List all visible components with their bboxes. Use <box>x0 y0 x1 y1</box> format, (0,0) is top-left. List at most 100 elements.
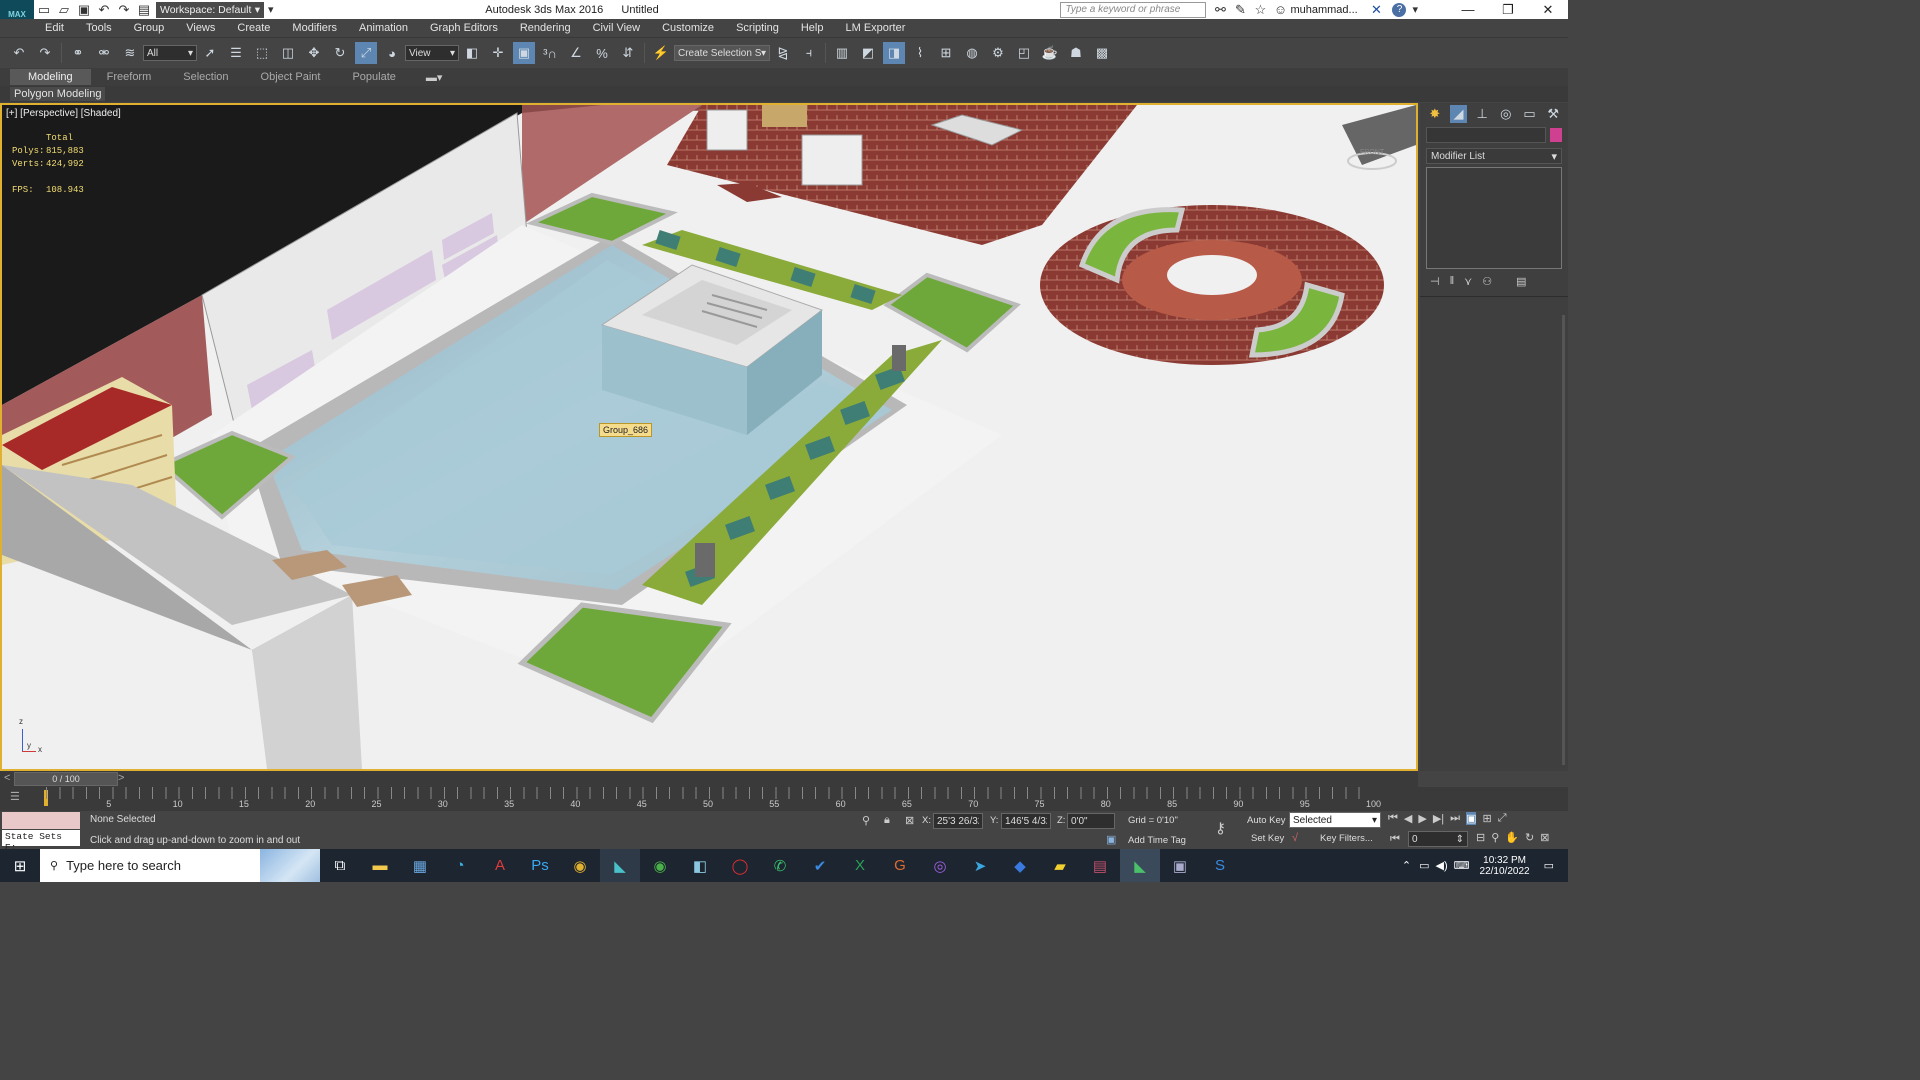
menu-rendering[interactable]: Rendering <box>509 22 582 34</box>
notifications-icon[interactable]: ▭ <box>1544 859 1554 872</box>
window-crossing-icon[interactable]: ◫ <box>277 42 299 64</box>
fov-icon[interactable]: ⊠ <box>1540 831 1549 844</box>
pin-stack-icon[interactable]: ⊣ <box>1430 275 1440 288</box>
help-icon[interactable]: ? <box>1392 2 1407 17</box>
scale-icon[interactable]: ⤢ <box>355 42 377 64</box>
modify-tab-icon[interactable]: ◢ <box>1449 105 1468 123</box>
link-icon[interactable]: ⚭ <box>67 42 89 64</box>
display-tab-icon[interactable]: ▭ <box>1521 105 1539 123</box>
percent-snap-icon[interactable]: % <box>591 42 613 64</box>
menu-edit[interactable]: Edit <box>34 22 75 34</box>
render-production-icon[interactable]: ☕ <box>1039 42 1061 64</box>
hierarchy-tab-icon[interactable]: ⊥ <box>1473 105 1491 123</box>
menu-civil-view[interactable]: Civil View <box>582 22 651 34</box>
maxscript-listener[interactable] <box>2 812 80 829</box>
go-to-end-icon[interactable]: ⏭ <box>1450 812 1460 825</box>
spinner-snap-icon[interactable]: ⇵ <box>617 42 639 64</box>
chrome-icon[interactable]: ◉ <box>560 849 600 882</box>
tab-populate[interactable]: Populate <box>336 69 411 85</box>
zoom-all-icon[interactable]: ⊞ <box>1482 812 1491 825</box>
chrome-alt-icon[interactable]: ◉ <box>640 849 680 882</box>
panel-scrollbar[interactable] <box>1562 315 1565 765</box>
bind-space-warp-icon[interactable]: ≋ <box>119 42 141 64</box>
graphite-toggle-icon[interactable]: ◨ <box>883 42 905 64</box>
menu-animation[interactable]: Animation <box>348 22 419 34</box>
object-name-field[interactable] <box>1426 127 1546 143</box>
align-icon[interactable]: ⫞ <box>798 42 820 64</box>
angle-snap-icon[interactable]: ∠ <box>565 42 587 64</box>
maximize-icon[interactable]: ❐ <box>1490 0 1526 21</box>
help-dropdown-icon[interactable]: ▾ <box>1412 3 1418 16</box>
key-filters-button[interactable]: Key Filters... <box>1320 833 1373 844</box>
menu-group[interactable]: Group <box>123 22 176 34</box>
curve-editor-icon[interactable]: ⌇ <box>909 42 931 64</box>
viewcube[interactable]: FRONT <box>1360 149 1384 156</box>
previous-frame-icon[interactable]: ◀ <box>1404 812 1412 825</box>
select-object-icon[interactable]: ➚ <box>199 42 221 64</box>
rotate-icon[interactable]: ↻ <box>329 42 351 64</box>
selection-filter-dropdown[interactable]: All ▾ <box>143 45 197 61</box>
whatsapp-icon[interactable]: ✆ <box>760 849 800 882</box>
key-icon[interactable]: ⚷ <box>1215 819 1226 837</box>
time-slider[interactable]: < 0 / 100 > <box>0 771 1418 787</box>
user-icon[interactable]: ☺ <box>1272 0 1288 21</box>
edge-icon[interactable]: ◔ <box>440 849 480 882</box>
configure-modifier-sets-icon[interactable]: ▤ <box>1516 275 1526 288</box>
search-input[interactable]: Type a keyword or phrase <box>1065 4 1180 15</box>
photoshop-icon[interactable]: Ps <box>520 849 560 882</box>
sticky-notes-icon[interactable]: ▰ <box>1040 849 1080 882</box>
favorites-star-icon[interactable]: ☆ <box>1252 0 1268 21</box>
telegram-icon[interactable]: ➤ <box>960 849 1000 882</box>
track-bar[interactable]: ☰ 5 10 15 20 25 30 35 40 45 50 55 60 65 70 75 80 85 90 95 1… <box>0 787 1568 811</box>
menu-lm-exporter[interactable]: LM Exporter <box>834 22 916 34</box>
orbit-icon[interactable]: ↻ <box>1525 831 1534 844</box>
motion-tab-icon[interactable]: ◎ <box>1497 105 1515 123</box>
x-coordinate-field[interactable]: 25'3 26/32 <box>933 813 983 829</box>
undo-icon[interactable]: ↶ <box>8 42 30 64</box>
current-frame-field[interactable]: 0 ⇕ <box>1408 831 1468 847</box>
windows-start-icon[interactable]: ⊞ <box>0 849 40 882</box>
perspective-viewport[interactable]: [+] [Perspective] [Shaded] Total Polys: … <box>0 103 1418 771</box>
clock-time[interactable]: 10:32 PM <box>1483 855 1526 866</box>
render-cloud-icon[interactable]: ▩ <box>1091 42 1113 64</box>
new-file-icon[interactable]: ▭ <box>36 0 52 21</box>
make-unique-icon[interactable]: ⋎ <box>1464 275 1472 288</box>
menu-scripting[interactable]: Scripting <box>725 22 790 34</box>
menu-tools[interactable]: Tools <box>75 22 123 34</box>
reference-coordinate-dropdown[interactable]: View ▾ <box>405 45 459 61</box>
z-coordinate-field[interactable]: 0'0" <box>1067 813 1115 829</box>
acrobat-icon[interactable]: A <box>480 849 520 882</box>
zoom-extents-icon[interactable]: ▣ <box>1466 812 1477 825</box>
cube-app-icon[interactable]: ◆ <box>1000 849 1040 882</box>
ribbon-options-icon[interactable]: ▬▾ <box>426 71 443 84</box>
mini-curve-editor-icon[interactable]: ☰ <box>10 790 20 803</box>
excel-icon[interactable]: X <box>840 849 880 882</box>
task-view-icon[interactable]: ⧉ <box>320 849 360 882</box>
state-sets-field[interactable]: State Sets E: <box>2 830 80 853</box>
set-key-icon[interactable]: √ <box>1292 832 1298 844</box>
polygon-modeling-panel[interactable]: Polygon Modeling <box>10 87 106 101</box>
menu-help[interactable]: Help <box>790 22 835 34</box>
3dsmax-active-icon[interactable]: ◣ <box>1120 849 1160 882</box>
key-mode-dropdown[interactable]: Selected ▾ <box>1289 812 1381 828</box>
key-mode-toggle-icon[interactable]: ⏮ <box>1390 833 1400 846</box>
tab-freeform[interactable]: Freeform <box>91 69 168 85</box>
clock-date[interactable]: 22/10/2022 <box>1480 866 1530 877</box>
menu-create[interactable]: Create <box>226 22 281 34</box>
snaps-toggle-icon[interactable]: ³∩ <box>539 42 561 64</box>
time-slider-thumb[interactable]: 0 / 100 <box>14 772 118 786</box>
absolute-mode-icon[interactable]: ⊠ <box>905 814 914 827</box>
app-window-icon[interactable]: ▣ <box>1160 849 1200 882</box>
edit-named-selection-icon[interactable]: ⚡ <box>650 42 672 64</box>
add-time-tag[interactable]: Add Time Tag <box>1128 835 1186 846</box>
tab-modeling[interactable]: Modeling <box>10 69 91 85</box>
remove-modifier-icon[interactable]: ⚇ <box>1482 275 1492 288</box>
subscription-icon[interactable]: ✎ <box>1232 0 1248 21</box>
zoom-icon[interactable]: ⚲ <box>1491 831 1499 844</box>
named-selection-dropdown[interactable]: Create Selection Se ▾ <box>674 45 770 61</box>
file-explorer-icon[interactable]: ▬ <box>360 849 400 882</box>
app-logo-icon[interactable]: MAX <box>0 0 34 19</box>
schematic-view-icon[interactable]: ⊞ <box>935 42 957 64</box>
y-coordinate-field[interactable]: 146'5 4/32 <box>1001 813 1051 829</box>
go-to-start-icon[interactable]: ⏮ <box>1388 812 1398 825</box>
